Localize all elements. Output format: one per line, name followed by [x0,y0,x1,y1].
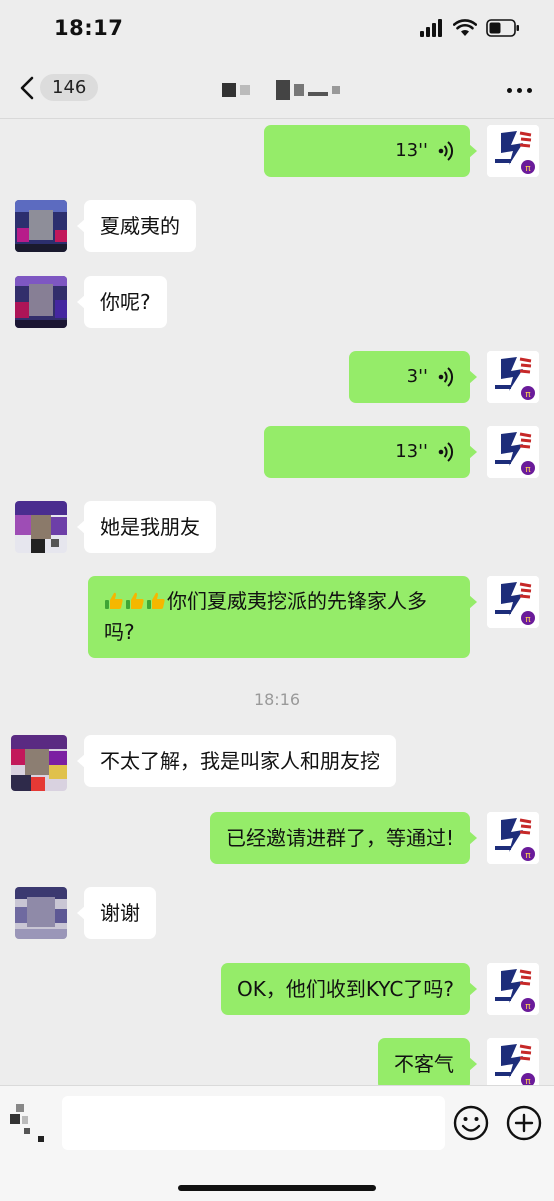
unread-count-badge: 146 [40,74,99,101]
text-message-bubble[interactable]: 夏威夷的 [77,200,196,252]
back-button[interactable]: 146 [18,74,99,101]
input-bar [0,1085,554,1201]
my-avatar[interactable]: π [487,963,539,1015]
emoji-button[interactable] [452,1104,490,1146]
message-text: 她是我朋友 [100,515,200,539]
svg-text:π: π [525,390,531,400]
wifi-icon [453,19,477,36]
svg-text:π: π [525,615,531,625]
text-message-bubble[interactable]: 不客气 [378,1038,477,1090]
thumbs-up-icon [126,592,144,609]
message-timestamp: 18:16 [253,690,301,709]
text-message-bubble[interactable]: 谢谢 [77,887,156,939]
plus-icon [506,1105,542,1141]
my-avatar[interactable]: π [487,576,539,628]
message-text: OK，他们收到KYC了吗? [237,977,454,1001]
message-text: 夏威夷的 [100,214,180,238]
home-indicator [178,1185,376,1191]
smiley-icon [453,1105,489,1141]
my-avatar[interactable]: π [487,812,539,864]
status-time: 18:17 [54,16,124,40]
voice-duration: 13'' [395,441,428,462]
chevron-left-icon [20,76,34,99]
contact-avatar[interactable] [11,735,67,791]
status-icons [420,19,520,37]
svg-text:π: π [525,851,531,861]
text-message-bubble[interactable]: OK，他们收到KYC了吗? [221,963,477,1015]
svg-text:π: π [525,1002,531,1012]
message-text: 谢谢 [100,901,140,925]
cellular-signal-icon [420,19,442,37]
my-avatar[interactable]: π [487,351,539,403]
chat-header: 146 [0,60,554,119]
contact-avatar[interactable] [15,276,67,328]
voice-input-toggle-button[interactable] [10,1102,46,1150]
my-avatar[interactable]: π [487,426,539,478]
text-message-bubble[interactable]: 你呢? [77,276,167,328]
message-text: 你呢? [100,290,151,314]
contact-avatar[interactable] [15,887,67,939]
more-functions-button[interactable] [505,1104,543,1146]
text-message-bubble[interactable]: 你们夏威夷挖派的先锋家人多吗? [88,576,477,658]
battery-icon [486,19,519,37]
thumbs-up-icon [147,592,165,609]
contact-avatar[interactable] [15,501,67,553]
svg-text:π: π [525,465,531,475]
message-text: 不太了解，我是叫家人和朋友挖 [100,749,380,773]
svg-text:π: π [525,164,531,174]
contact-avatar[interactable] [15,200,67,252]
message-text: 不客气 [394,1052,454,1076]
voice-wave-icon [438,367,454,387]
voice-duration: 3'' [406,366,428,387]
voice-wave-icon [438,442,454,462]
voice-message-bubble[interactable]: 13'' [264,125,477,177]
thumbs-up-icon [105,592,123,609]
text-message-bubble[interactable]: 已经邀请进群了，等通过! [209,812,478,864]
text-message-bubble[interactable]: 她是我朋友 [77,501,216,553]
status-bar: 18:17 [0,0,554,60]
text-message-bubble[interactable]: 不太了解，我是叫家人和朋友挖 [77,735,396,787]
voice-toggle-icon-redacted [10,1104,44,1142]
my-avatar[interactable]: π [487,1038,539,1090]
voice-duration: 13'' [395,140,428,161]
chat-title-redacted[interactable] [222,80,340,100]
voice-message-bubble[interactable]: 3'' [349,351,477,403]
voice-wave-icon [438,141,454,161]
message-input[interactable] [62,1096,445,1150]
more-options-button[interactable] [507,88,532,93]
voice-message-bubble[interactable]: 13'' [264,426,477,478]
my-avatar[interactable]: π [487,125,539,177]
message-text: 已经邀请进群了，等通过! [225,826,454,850]
